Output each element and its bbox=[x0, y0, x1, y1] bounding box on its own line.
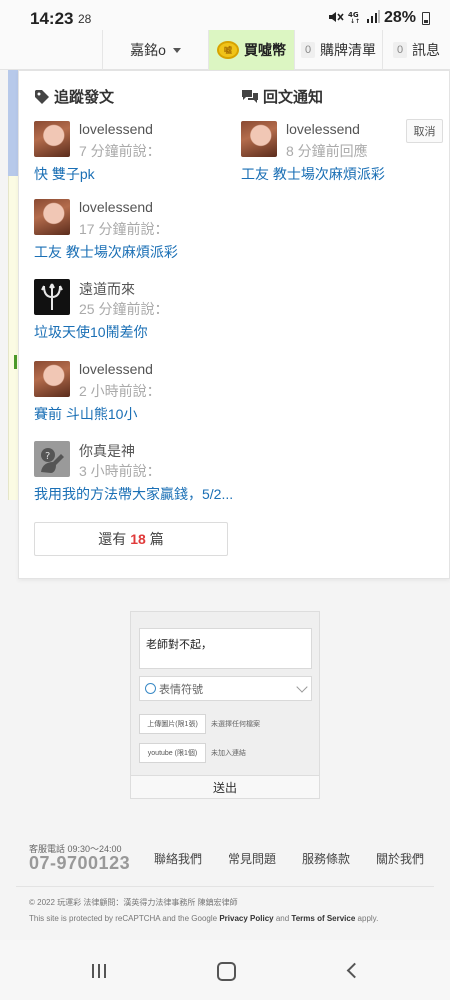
home-icon[interactable] bbox=[217, 962, 236, 981]
avatar bbox=[34, 199, 70, 235]
battery-text: 28% bbox=[383, 9, 416, 26]
post-time: 3 小時前說： bbox=[79, 463, 161, 479]
privacy-policy-link[interactable]: Privacy Policy bbox=[219, 914, 273, 923]
caret-down-icon bbox=[172, 47, 181, 53]
status-bar: 14:23 28 4G ↓↑ 28% bbox=[0, 0, 450, 34]
recaptcha-apply: apply. bbox=[357, 914, 379, 923]
status-time: 14:23 bbox=[30, 9, 74, 28]
comment-form: 老師對不起， 表情符號 上傳圖片(限1張) 未選擇任何檔案 youtube (限… bbox=[130, 611, 320, 799]
comment-textarea[interactable]: 老師對不起， bbox=[139, 628, 312, 669]
footer-link-faq[interactable]: 常見問題 bbox=[228, 850, 276, 867]
post-title-link[interactable]: 我用我的方法帶大家贏錢，5/2... bbox=[34, 484, 233, 504]
post-author: lovelessend bbox=[79, 361, 153, 377]
cancel-button[interactable]: 取消 bbox=[406, 119, 443, 143]
user-name: 嘉銘o bbox=[130, 42, 166, 58]
footer-divider bbox=[16, 886, 434, 887]
trident-icon bbox=[41, 283, 63, 310]
post-time: 17 分鐘前說： bbox=[79, 221, 169, 237]
chat-icon bbox=[242, 89, 258, 103]
chevron-down-icon bbox=[296, 681, 308, 693]
avatar bbox=[34, 361, 70, 397]
follow-posts-heading: 追蹤發文 bbox=[34, 86, 114, 107]
svg-text:?: ? bbox=[45, 451, 50, 462]
reply-author: lovelessend bbox=[286, 121, 360, 137]
post-author: lovelessend bbox=[79, 199, 153, 215]
more-posts-button[interactable]: 還有 18 篇 bbox=[34, 522, 228, 556]
mute-icon bbox=[328, 10, 344, 27]
more-count: 18 bbox=[130, 531, 146, 547]
footer-link-contact[interactable]: 聯絡我們 bbox=[154, 850, 202, 867]
system-nav-bar bbox=[0, 940, 450, 1000]
post-title-link[interactable]: 快 雙子pk bbox=[34, 164, 95, 184]
recaptcha-and: and bbox=[275, 914, 290, 923]
status-date: 28 bbox=[78, 12, 92, 26]
youtube-button[interactable]: youtube (限1個) bbox=[139, 743, 206, 763]
youtube-status: 未加入連結 bbox=[211, 750, 246, 757]
terms-of-service-link[interactable]: Terms of Service bbox=[291, 914, 355, 923]
more-prefix: 還有 bbox=[98, 531, 127, 547]
upload-image-button[interactable]: 上傳圖片(限1張) bbox=[139, 714, 206, 734]
reply-title-link[interactable]: 工友 教士場次麻煩派彩 bbox=[241, 164, 385, 184]
default-avatar-icon: ? bbox=[41, 448, 64, 473]
footer-link-about[interactable]: 關於我們 bbox=[376, 850, 424, 867]
post-title-link[interactable]: 工友 教士場次麻煩派彩 bbox=[34, 242, 178, 262]
buy-coin-label: 買噓幣 bbox=[244, 42, 286, 58]
recents-icon[interactable] bbox=[92, 964, 106, 978]
upload-row: 上傳圖片(限1張) 未選擇任何檔案 bbox=[139, 714, 260, 734]
post-time: 2 小時前說： bbox=[79, 383, 161, 399]
post-author: 你真是神 bbox=[79, 443, 135, 459]
post-author: 遠道而來 bbox=[79, 281, 135, 297]
message-link[interactable]: 0 訊息 bbox=[382, 30, 450, 70]
background-page-fragment bbox=[8, 70, 18, 176]
background-page-fragment bbox=[14, 355, 17, 369]
tag-icon bbox=[35, 89, 49, 104]
back-icon[interactable] bbox=[346, 962, 363, 979]
emoji-select-label: 表情符號 bbox=[159, 683, 203, 696]
submit-button[interactable]: 送出 bbox=[131, 775, 319, 798]
svg-text:↓↑: ↓↑ bbox=[350, 18, 360, 24]
avatar bbox=[34, 121, 70, 157]
post-title-link[interactable]: 垃圾天使10鬧差你 bbox=[34, 322, 148, 342]
message-label: 訊息 bbox=[412, 42, 440, 58]
battery-icon bbox=[422, 11, 430, 25]
copyright: © 2022 玩運彩 法律顧問：漢英得力法律事務所 陳鎮宏律師 bbox=[29, 898, 238, 907]
post-time: 7 分鐘前說： bbox=[79, 143, 161, 159]
notification-panel: 追蹤發文 回文通知 lovelessend 7 分鐘前說： 快 雙子pk lov… bbox=[18, 70, 450, 579]
user-menu[interactable]: 嘉銘o bbox=[102, 30, 208, 70]
cart-link[interactable]: 0 購牌清單 bbox=[294, 30, 382, 70]
site-footer: 客服電話 09:30～24:00 07-9700123 聯絡我們 常見問題 服務… bbox=[0, 826, 450, 938]
cart-count: 0 bbox=[301, 42, 315, 58]
youtube-row: youtube (限1個) 未加入連結 bbox=[139, 743, 246, 763]
emoji-select[interactable]: 表情符號 bbox=[139, 676, 312, 701]
avatar: ? bbox=[34, 441, 70, 477]
service-phone: 07-9700123 bbox=[29, 853, 131, 873]
background-page-fragment bbox=[8, 176, 18, 500]
recaptcha-text: This site is protected by reCAPTCHA and … bbox=[29, 914, 218, 923]
cart-label: 購牌清單 bbox=[320, 42, 376, 58]
reply-time: 8 分鐘前回應 bbox=[286, 143, 368, 159]
status-indicators: 4G ↓↑ 28% bbox=[328, 9, 430, 27]
upload-status: 未選擇任何檔案 bbox=[211, 721, 260, 728]
4g-icon: 4G ↓↑ bbox=[348, 10, 362, 27]
recaptcha-notice: This site is protected by reCAPTCHA and … bbox=[29, 914, 378, 923]
reply-notice-heading: 回文通知 bbox=[241, 86, 323, 107]
post-time: 25 分鐘前說： bbox=[79, 301, 169, 317]
reply-notice-title: 回文通知 bbox=[263, 89, 324, 106]
avatar bbox=[241, 121, 277, 157]
post-author: lovelessend bbox=[79, 121, 153, 137]
coin-icon: 噓 bbox=[217, 41, 239, 59]
buy-coin-button[interactable]: 噓 買噓幣 bbox=[208, 30, 294, 70]
smile-icon bbox=[145, 683, 156, 694]
more-suffix: 篇 bbox=[149, 531, 164, 547]
site-header: 嘉銘o 噓 買噓幣 0 購牌清單 0 訊息 bbox=[0, 30, 450, 70]
post-title-link[interactable]: 賽前 斗山熊10小 bbox=[34, 404, 137, 424]
message-count: 0 bbox=[393, 42, 407, 58]
signal-icon bbox=[366, 9, 380, 27]
avatar bbox=[34, 279, 70, 315]
follow-posts-title: 追蹤發文 bbox=[54, 89, 115, 106]
footer-link-terms[interactable]: 服務條款 bbox=[302, 850, 350, 867]
